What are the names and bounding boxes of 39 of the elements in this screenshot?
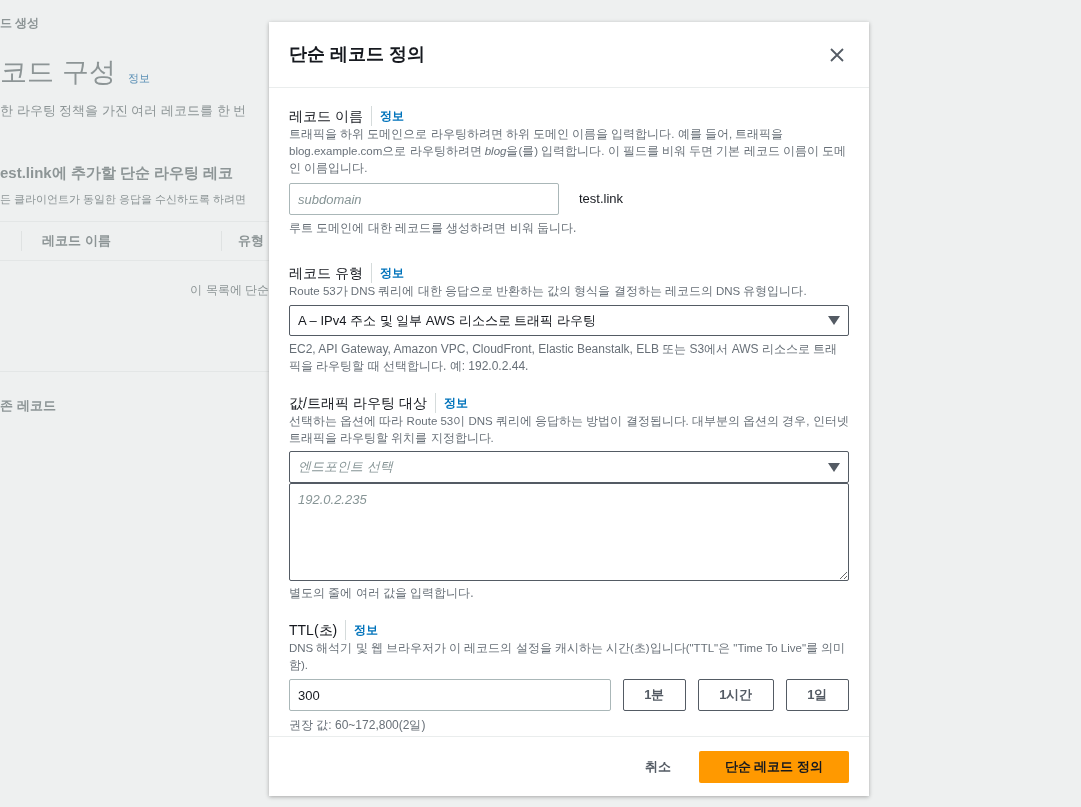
field-label: 레코드 이름	[289, 106, 372, 126]
values-field[interactable]: 192.0.2.235	[289, 483, 849, 581]
close-icon	[830, 47, 844, 62]
page-description: 한 라우팅 정책을 가진 여러 레코드를 한 번	[0, 101, 248, 120]
page-heading: 코드 구성	[0, 56, 116, 89]
info-link[interactable]: 정보	[371, 264, 404, 282]
field-hint: 별도의 줄에 여러 값을 입력합니다.	[289, 585, 475, 602]
column-header: 유형	[237, 232, 264, 251]
field-description: DNS 해석기 및 웹 브라우저가 이 레코드의 설정을 캐시하는 시간(초)입니다("TTL"은 "Time To Live"를 의미함).	[289, 641, 847, 673]
record-type-select[interactable]: A – IPv4 주소 및 일부 AWS 리소스로 트래픽 라우팅	[289, 305, 849, 336]
field-hint: 권장 값: 60~172,800(2일)	[289, 717, 427, 734]
field-label: 레코드 유형	[289, 263, 372, 283]
dialog-title: 단순 레코드 정의	[289, 43, 425, 66]
field-description: 트래픽을 하위 도메인으로 라우팅하려면 하위 도메인 이름을 입력합니다. 예를 들어, 트래픽을 blog.example.com으로 라우팅하려면 blog을(를) 입력합니다. 이 필드를 비워 두면 기본 레코드 이름이 도메인 이름입니다.	[289, 127, 848, 176]
ttl-field[interactable]: 300	[289, 679, 611, 711]
preset-button[interactable]: 1시간	[698, 679, 774, 711]
domain-suffix: test.link	[579, 190, 624, 209]
field-hint: EC2, API Gateway, Amazon VPC, CloudFront, Elastic Beanstalk, ELB 또는 S3에서 AWS 리소스로 트래픽을 라우팅할 때 선택합니다. 예: 192.0.2.44.	[289, 341, 839, 375]
info-link[interactable]: 정보	[371, 107, 404, 125]
submit-button[interactable]: 단순 레코드 정의	[699, 750, 849, 783]
column-header: 레코드 이름	[22, 231, 222, 251]
breadcrumb: 드 생성	[0, 15, 41, 32]
preset-button[interactable]: 1분	[622, 679, 687, 711]
info-link[interactable]: 정보	[346, 621, 379, 639]
preset-button[interactable]: 1일	[785, 679, 849, 711]
field-label: 값/트래픽 라우팅 대상	[289, 393, 436, 413]
field-description: Route 53가 DNS 쿼리에 대한 응답으로 반환하는 값의 형식을 결정하는 레코드의 DNS 유형입니다.	[289, 284, 808, 299]
empty-message: 이 목록에 단순	[190, 282, 269, 299]
subdomain-field[interactable]: subdomain	[289, 183, 559, 215]
field-label: TTL(초)	[289, 620, 347, 640]
cancel-button[interactable]: 취소	[629, 750, 687, 783]
caret-icon	[828, 316, 840, 325]
section-description: 든 클라이언트가 동일한 응답을 수신하도록 하려면	[0, 191, 248, 207]
field-description: 선택하는 옵션에 따라 Route 53이 DNS 쿼리에 응답하는 방법이 결정됩니다. 대부분의 옵션의 경우, 인터넷 트래픽을 라우팅할 위치를 지정합니다.	[289, 414, 849, 446]
info-link[interactable]: 정보	[435, 394, 468, 412]
field-hint: 루트 도메인에 대한 레코드를 생성하려면 비워 둡니다.	[289, 220, 578, 237]
caret-icon	[828, 462, 840, 472]
section-title: 존 레코드	[0, 397, 57, 415]
section-title: est.link에 추가할 단순 라우팅 레코	[0, 163, 235, 183]
